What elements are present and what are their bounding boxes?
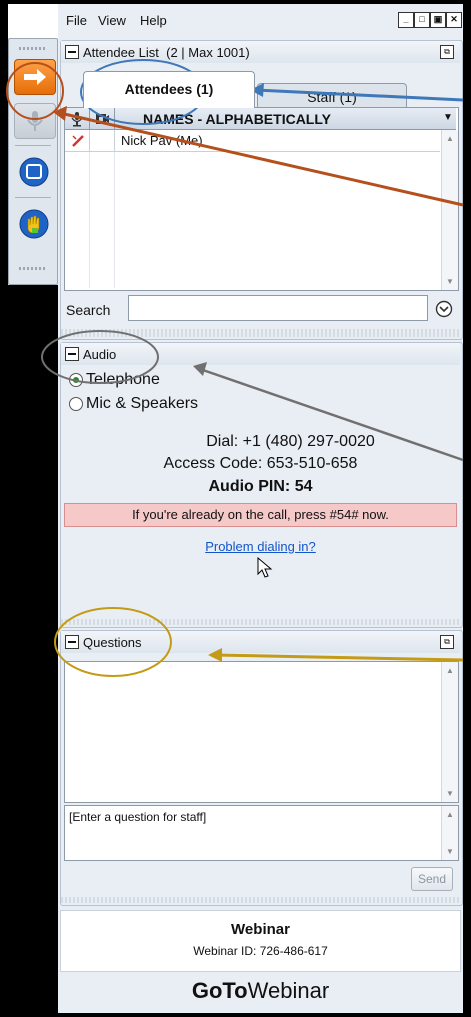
menu-file[interactable]: File [66, 13, 87, 28]
search-options-icon[interactable] [435, 300, 453, 318]
frame-right [463, 0, 471, 1017]
collapse-audio-button[interactable] [65, 347, 79, 361]
column-divider [114, 152, 115, 288]
table-row[interactable]: Nick Pav (Me) [65, 130, 440, 152]
raise-hand-button[interactable] [14, 207, 54, 241]
collapse-questions-button[interactable] [65, 635, 79, 649]
questions-header: Questions ⧉ [61, 631, 460, 653]
column-divider [89, 108, 90, 130]
send-button[interactable]: Send [411, 867, 453, 891]
attendee-list-title: Attendee List (2 | Max 1001) [83, 45, 250, 60]
questions-panel: Questions ⧉ ▲ ▼ [Enter a question for st… [60, 630, 463, 906]
webcam-icon[interactable] [94, 111, 110, 127]
tab-staff[interactable]: Staff (1) [257, 83, 407, 108]
show-hide-panel-button[interactable] [14, 59, 56, 95]
names-column-header[interactable]: NAMES - ALPHABETICALLY [143, 111, 331, 127]
toolbar-separator [15, 197, 51, 198]
toolbar-grip-top[interactable] [19, 47, 47, 50]
attendee-list-header: Attendee List (2 | Max 1001) ⧉ [61, 41, 460, 63]
muted-microphone-icon [72, 135, 84, 147]
minimize-button[interactable]: _ [398, 12, 414, 28]
webinar-id: Webinar ID: 726-486-617 [193, 944, 328, 958]
attendee-count: (2 | Max 1001) [166, 45, 250, 60]
audio-panel: Audio Telephone Mic & Speakers Dial: +1 … [60, 342, 463, 628]
search-input[interactable] [128, 295, 428, 321]
mouse-cursor-icon [257, 557, 273, 578]
attendee-grid: NAMES - ALPHABETICALLY ▼ Nick Pav (Me) ▲… [64, 107, 459, 291]
collapse-attendee-list-button[interactable] [65, 45, 79, 59]
microphone-button[interactable] [14, 103, 56, 139]
tab-attendees[interactable]: Attendees (1) [83, 71, 255, 108]
radio-unselected-icon[interactable] [68, 396, 84, 412]
gotowebinar-logo: GoToWebinar [58, 978, 463, 1008]
access-code: Access Code: 653-510-658 [163, 455, 358, 472]
popout-attendee-list-button[interactable]: ⧉ [440, 45, 454, 59]
column-divider [89, 152, 90, 288]
mic-speakers-label: Mic & Speakers [86, 395, 199, 412]
question-input-box[interactable]: [Enter a question for staff] ▲ ▼ [64, 805, 459, 861]
menu-view[interactable]: View [98, 13, 126, 28]
radio-selected-icon[interactable] [68, 372, 84, 388]
question-input-placeholder: [Enter a question for staff] [69, 810, 207, 824]
menu-bar: File View Help _ □ ▣ ✕ [58, 4, 463, 36]
telephone-label: Telephone [86, 371, 160, 388]
raise-hand-icon [19, 209, 49, 239]
webinar-title: Webinar [231, 921, 290, 938]
logo-bold-text: GoTo [191, 978, 248, 1003]
questions-title: Questions [83, 635, 142, 650]
already-on-call-notice: If you're already on the call, press #54… [64, 503, 457, 527]
control-toolbar [8, 38, 58, 285]
webinar-info-box: Webinar Webinar ID: 726-486-617 [60, 910, 461, 972]
screen-icon [19, 157, 49, 187]
logo-regular-text: Webinar [247, 978, 330, 1003]
frame-left-background [0, 285, 58, 1017]
panel-resize-grip[interactable] [61, 619, 460, 625]
sort-dropdown-icon[interactable]: ▼ [443, 112, 453, 123]
column-divider [114, 130, 115, 152]
frame-bottom [0, 1013, 471, 1017]
search-label: Search [66, 302, 111, 318]
column-divider [89, 130, 90, 152]
questions-log-scrollbar[interactable]: ▲ ▼ [441, 662, 458, 802]
close-button[interactable]: ✕ [446, 12, 462, 28]
toolbar-separator [15, 145, 51, 146]
audio-title: Audio [83, 347, 117, 362]
menu-help[interactable]: Help [140, 13, 167, 28]
gotowebinar-window: File View Help _ □ ▣ ✕ Attendee List (2 … [58, 4, 463, 1013]
question-input-scrollbar[interactable]: ▲ ▼ [441, 806, 458, 860]
grid-header: NAMES - ALPHABETICALLY ▼ [65, 108, 456, 130]
restore-button[interactable]: □ [414, 12, 430, 28]
dial-number: Dial: +1 (480) 297-0020 [206, 433, 375, 450]
panel-resize-grip[interactable] [61, 897, 460, 903]
audio-pin: Audio PIN: 54 [208, 478, 313, 495]
maximize-button[interactable]: ▣ [430, 12, 446, 28]
attendee-list-panel: Attendee List (2 | Max 1001) ⧉ Attendees… [60, 40, 463, 340]
popout-questions-button[interactable]: ⧉ [440, 635, 454, 649]
microphone-icon[interactable] [69, 111, 85, 127]
column-divider [114, 108, 115, 130]
screen-button[interactable] [14, 155, 54, 189]
problem-dialing-link[interactable]: Problem dialing in? [61, 539, 460, 554]
attendee-grid-scrollbar[interactable]: ▲ ▼ [441, 130, 458, 290]
audio-header: Audio [61, 343, 460, 365]
arrow-right-icon [24, 69, 46, 85]
attendee-name: Nick Pav (Me) [121, 133, 203, 148]
toolbar-grip-bottom[interactable] [19, 267, 47, 270]
questions-log: ▲ ▼ [64, 661, 459, 803]
panel-resize-grip[interactable] [61, 329, 460, 337]
microphone-icon [27, 111, 43, 131]
